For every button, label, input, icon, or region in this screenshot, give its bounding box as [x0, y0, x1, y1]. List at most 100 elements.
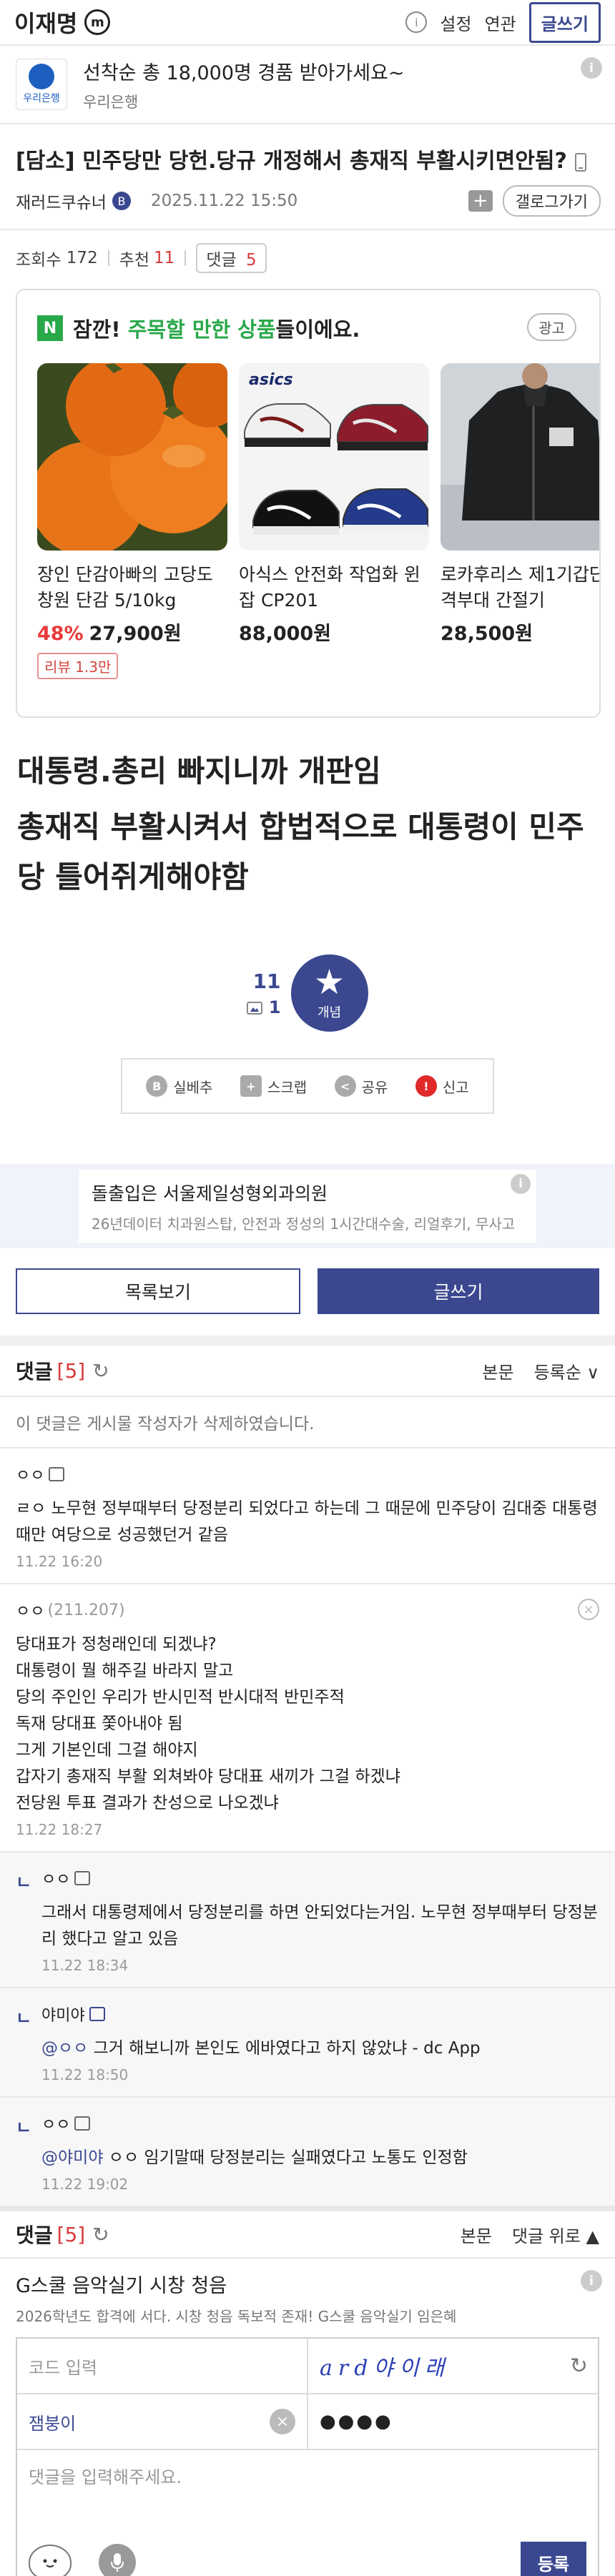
- post-author[interactable]: 재러드쿠슈너: [16, 189, 107, 213]
- post-date: 2025.11.22 15:50: [150, 192, 298, 210]
- recommend-button[interactable]: ★ 개념: [290, 954, 368, 1032]
- delete-comment-icon[interactable]: ×: [578, 1599, 599, 1620]
- bottom-ad[interactable]: G스쿨 음악실기 시창 청음 2026학년도 합격에 서다. 시창 청음 독보적…: [0, 2259, 615, 2330]
- comment-nick: ㅇㅇ: [41, 2116, 71, 2134]
- product-name: 로카후리스 제1기갑단 전격부대 간절기: [441, 564, 601, 611]
- product-name: 장인 단감아빠의 고당도 창원 단감 5/10kg: [37, 564, 213, 611]
- section-divider: [0, 1336, 615, 1346]
- post-stats: 조회수 172 추천 11 댓글 5: [0, 230, 615, 273]
- reply-arrow-icon: ㄴ: [16, 1872, 32, 1892]
- action-label: 스크랩: [267, 1078, 308, 1096]
- best-icon: B: [146, 1075, 168, 1097]
- product-price-value: 88,000원: [239, 623, 332, 645]
- best-recommend-button[interactable]: B 실베추: [146, 1075, 212, 1097]
- comments-label: 댓글: [16, 2224, 53, 2247]
- reply-item: ㄴ ㅇㅇ 그래서 대통령제에서 당정분리를 하면 안되었다는거임. 노무현 정부…: [0, 1852, 615, 1988]
- nickname-value: 잼붕이: [29, 2413, 77, 2434]
- list-button[interactable]: 목록보기: [16, 1268, 300, 1314]
- nickname-input[interactable]: 잼붕이 ×: [17, 2394, 307, 2449]
- sort-dropdown[interactable]: 등록순 ∨: [534, 1358, 599, 1383]
- refresh-icon[interactable]: ↻: [92, 2223, 109, 2246]
- ad-info-icon[interactable]: i: [581, 57, 602, 79]
- product-discount: 48%: [37, 623, 84, 645]
- product-item[interactable]: asics 아식스 안전화 작업화 윈잡 CP201 88,000원: [239, 363, 429, 679]
- related-link[interactable]: 연관: [485, 10, 516, 35]
- minor-gallery-badge-icon: m: [84, 9, 111, 35]
- comments-count: [5]: [56, 2222, 86, 2246]
- submit-comment-button[interactable]: 등록: [520, 2541, 586, 2576]
- settings-link[interactable]: 설정: [440, 10, 471, 35]
- scrap-button[interactable]: + 스크랩: [240, 1075, 307, 1097]
- reply-arrow-icon: ㄴ: [16, 2118, 32, 2138]
- ad-info-icon[interactable]: i: [581, 2270, 602, 2291]
- product-card-highlight: 주목할 만한 상품: [127, 317, 276, 342]
- top-ad-banner[interactable]: 우리은행 선착순 총 18,000명 경품 받아가세요~ 우리은행 i: [0, 46, 615, 124]
- comment-text: 그래서 대통령제에서 당정분리를 하면 안되었다는거임. 노무현 정부때부터 당…: [41, 1903, 598, 1948]
- comment-count-button[interactable]: 댓글 5: [196, 243, 267, 273]
- comment-author[interactable]: ㅇㅇ (211.207): [16, 1599, 599, 1622]
- post-body-line: 대통령.총리 빠지니까 개판임: [17, 754, 381, 789]
- ad-badge[interactable]: 광고: [527, 313, 576, 341]
- clear-nickname-icon[interactable]: ×: [270, 2409, 295, 2434]
- gallog-button[interactable]: 갤로그가기: [502, 185, 601, 217]
- product-price: 48% 27,900원: [37, 618, 227, 646]
- top-ad-title: 선착순 총 18,000명 경품 받아가세요~: [83, 61, 405, 84]
- divider: [107, 250, 109, 266]
- share-button[interactable]: < 공유: [334, 1075, 388, 1097]
- recommend-count: 11: [154, 249, 175, 267]
- page: 이재명 m i 설정 연관 글쓰기 우리은행 선착순 총 18,000명 경품 …: [0, 0, 615, 2576]
- mention[interactable]: @야미야: [41, 2148, 103, 2167]
- scroll-to-comments-button[interactable]: 댓글 위로 ▲: [512, 2222, 599, 2247]
- ad-info-icon[interactable]: i: [511, 1174, 531, 1194]
- action-label: 공유: [361, 1078, 388, 1096]
- share-icon: <: [334, 1075, 356, 1097]
- comment-item: ㅇㅇ ㄹㅇ 노무현 정부때부터 당정분리 되었다고 하는데 그 때문에 민주당이…: [0, 1449, 615, 1584]
- comment-author[interactable]: 야미야: [41, 2003, 599, 2025]
- dccon-emoticon-icon[interactable]: [29, 2545, 72, 2576]
- mention[interactable]: @ㅇㅇ: [41, 2039, 88, 2058]
- gallog-icon: [74, 2116, 91, 2131]
- top-ad-sponsor: 우리은행: [83, 93, 139, 111]
- write-button[interactable]: 글쓰기: [318, 1268, 599, 1314]
- comment-author[interactable]: ㅇㅇ: [16, 1463, 599, 1486]
- report-button[interactable]: ! 신고: [415, 1075, 469, 1097]
- add-icon[interactable]: +: [468, 190, 493, 212]
- product-card-tail: 들이에요.: [275, 317, 360, 342]
- comment-date: 11.22 18:27: [16, 1821, 103, 1838]
- microphone-icon[interactable]: [99, 2544, 136, 2576]
- recommend-area: 11 1 ★ 개념: [0, 954, 615, 1032]
- comment-author[interactable]: ㅇㅇ: [41, 1867, 599, 1890]
- refresh-icon[interactable]: ↻: [92, 1359, 109, 1383]
- captcha-image: ard야이래: [320, 2356, 451, 2381]
- comment-textarea[interactable]: 댓글을 입력해주세요.: [17, 2450, 598, 2537]
- comment-count: 5: [245, 251, 257, 270]
- comment-text: 당대표가 정청래인데 되겠냐? 대통령이 뭘 해주길 바라지 말고 당의 주인인…: [16, 1635, 400, 1812]
- mid-ad[interactable]: 돌출입은 서울제일성형외과의원 26년데이터 치과원스탑, 안전과 정성의 1시…: [79, 1170, 536, 1243]
- comment-label: 댓글: [206, 251, 237, 270]
- comments-label: 댓글: [16, 1360, 53, 1383]
- refresh-captcha-icon[interactable]: ↻: [570, 2354, 588, 2379]
- info-icon[interactable]: i: [405, 11, 428, 33]
- gallery-title[interactable]: 이재명: [14, 6, 77, 39]
- reply-item: ㄴ ㅇㅇ @야미야 ㅇㅇ 임기말때 당정분리는 실패였다고 노통도 인정함 11…: [0, 2098, 615, 2207]
- captcha-code-input[interactable]: 코드 입력: [17, 2339, 307, 2393]
- product-list: 장인 단감아빠의 고당도 창원 단감 5/10kg 48% 27,900원 리뷰 …: [17, 343, 599, 679]
- recommend-button-label: 개념: [317, 1005, 342, 1020]
- fixed-recommend-value: 1: [268, 997, 281, 1017]
- bottom-ad-title: G스쿨 음악실기 시창 청음: [16, 2275, 227, 2297]
- comment-author[interactable]: ㅇㅇ: [41, 2112, 599, 2135]
- product-item[interactable]: 로카후리스 제1기갑단 전격부대 간절기 28,500원: [441, 363, 601, 679]
- persimmon-image: [37, 363, 227, 551]
- comment-text: @ㅇㅇ 그거 해보니까 본인도 에바였다고 하지 않았냐 - dc App: [41, 2035, 599, 2062]
- comment-text-body: 그거 해보니까 본인도 에바였다고 하지 않았냐 - dc App: [88, 2039, 481, 2058]
- views-label: 조회수: [16, 251, 62, 270]
- bank-logo: 우리은행: [16, 59, 67, 110]
- password-value: ●●●●: [320, 2411, 393, 2432]
- body-link[interactable]: 본문: [482, 1358, 513, 1383]
- post-meta: 재러드쿠슈너 B 2025.11.22 15:50 + 갤로그가기: [0, 174, 615, 217]
- header-write-button[interactable]: 글쓰기: [528, 1, 601, 43]
- password-input[interactable]: ●●●●: [307, 2394, 598, 2449]
- top-header: 이재명 m i 설정 연관 글쓰기: [0, 0, 615, 46]
- body-link[interactable]: 본문: [461, 2222, 492, 2247]
- product-item[interactable]: 장인 단감아빠의 고당도 창원 단감 5/10kg 48% 27,900원 리뷰 …: [37, 363, 227, 679]
